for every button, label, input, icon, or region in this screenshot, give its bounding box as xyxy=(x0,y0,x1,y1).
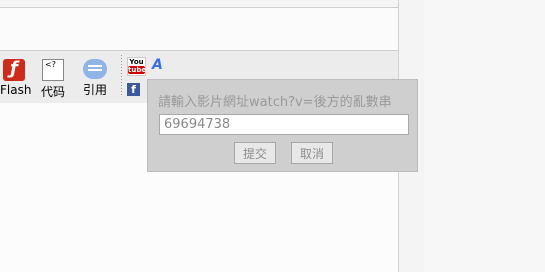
flash-icon xyxy=(3,58,25,81)
quote-icon xyxy=(83,59,107,79)
toolbar-separator xyxy=(121,55,122,97)
top-border xyxy=(0,0,398,8)
cancel-button[interactable]: 取消 xyxy=(291,142,333,164)
youtube-icon-you: You xyxy=(129,58,144,66)
side-panel xyxy=(424,0,545,272)
quote-button[interactable]: 引用 xyxy=(80,59,110,98)
quote-label: 引用 xyxy=(82,83,107,97)
youtube-button[interactable]: You tube xyxy=(127,57,146,76)
submit-button[interactable]: 提交 xyxy=(234,142,276,164)
youtube-icon-tube: tube xyxy=(128,66,147,74)
dialog-prompt: 請輸入影片網址watch?v=後方的亂數串 xyxy=(158,95,392,110)
font-style-icon[interactable]: A xyxy=(152,57,163,73)
video-id-input[interactable] xyxy=(159,114,409,135)
video-url-dialog: 請輸入影片網址watch?v=後方的亂數串 提交 取消 xyxy=(147,79,418,172)
code-button[interactable]: <? 代码 xyxy=(38,59,68,100)
code-icon: <? xyxy=(42,59,64,81)
code-label: 代码 xyxy=(40,85,65,99)
flash-button[interactable]: Flash xyxy=(0,58,32,97)
flash-label: Flash xyxy=(0,83,32,97)
facebook-icon[interactable]: f xyxy=(127,83,140,96)
